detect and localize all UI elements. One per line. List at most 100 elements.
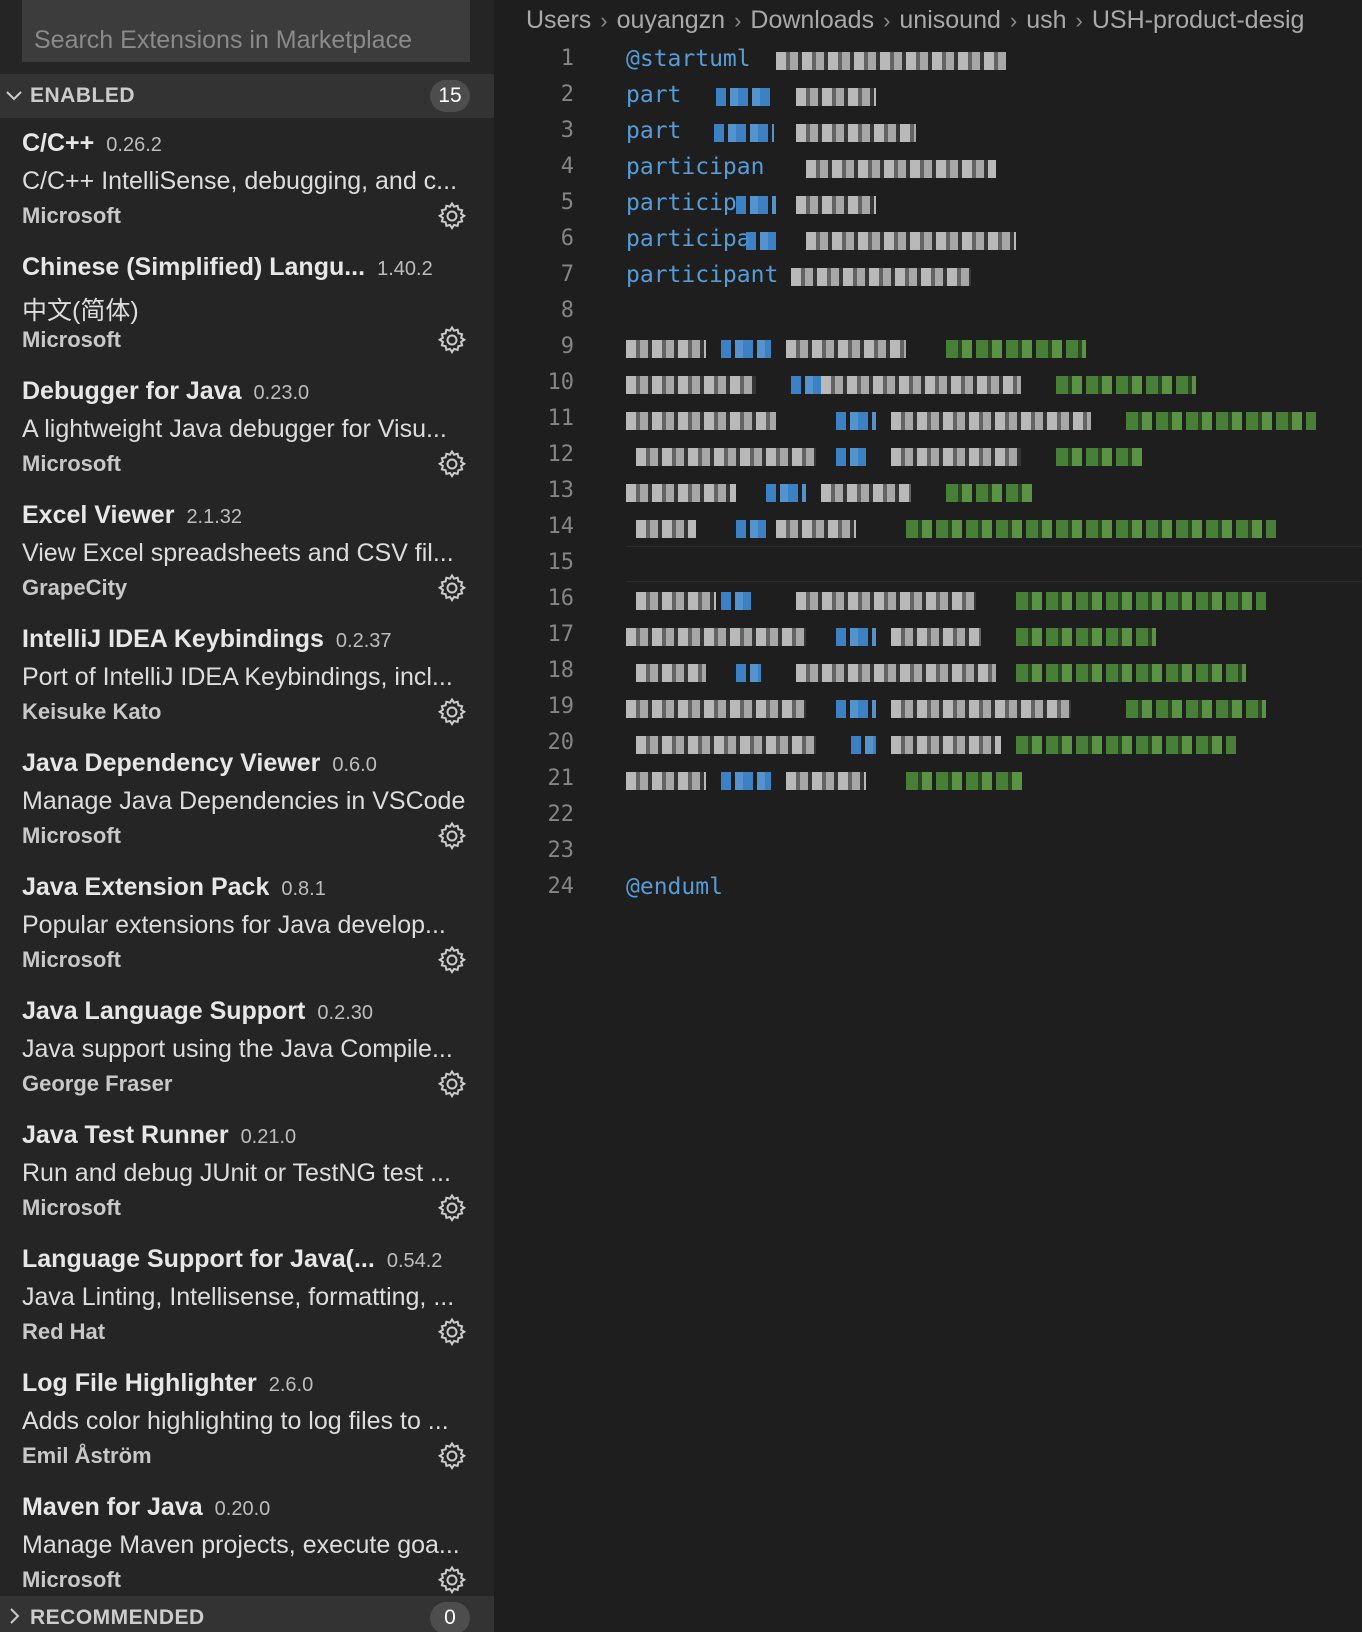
line-number: 5 [560, 190, 574, 215]
breadcrumb-item[interactable]: ush [1026, 6, 1066, 34]
extension-name: Maven for Java [22, 1493, 203, 1521]
extension-item[interactable]: Log File Highlighter 2.6.0 Adds color high… [0, 1357, 494, 1481]
breadcrumb-item[interactable]: USH-product-desig [1092, 6, 1305, 34]
breadcrumb-item[interactable]: Users [526, 6, 591, 34]
breadcrumb-item[interactable]: unisound [899, 6, 1000, 34]
code-line[interactable]: 1 @startuml [494, 42, 1362, 78]
count-badge: 15 [430, 80, 470, 112]
code-line[interactable]: 24 @enduml [494, 870, 1362, 906]
redacted-text [836, 628, 876, 646]
code-line[interactable]: 14 [494, 510, 1362, 546]
extension-description: View Excel spreadsheets and CSV fil... [22, 539, 454, 567]
gear-icon[interactable] [437, 1069, 467, 1099]
section-recommended-header[interactable]: RECOMMENDED 0 [0, 1596, 494, 1632]
line-number: 13 [547, 478, 575, 503]
code-area[interactable]: 1 @startuml 2 part 3 part 4 participan 5 particip… [494, 42, 1362, 906]
code-line[interactable]: 12 [494, 438, 1362, 474]
redacted-text [636, 520, 696, 538]
gear-icon[interactable] [437, 201, 467, 231]
redacted-text [1056, 376, 1196, 394]
code-line[interactable]: 7 participant [494, 258, 1362, 294]
redacted-text [1016, 628, 1156, 646]
extension-item[interactable]: Java Dependency Viewer 0.6.0 Manage Java D… [0, 737, 494, 861]
code-text: participan [626, 154, 765, 180]
section-enabled-header[interactable]: ENABLED 15 [0, 74, 494, 118]
code-line[interactable]: 21 [494, 762, 1362, 798]
extension-publisher: GrapeCity [22, 575, 128, 600]
extension-item[interactable]: Java Extension Pack 0.8.1 Popular extensio… [0, 861, 494, 985]
redacted-text [806, 160, 996, 178]
extension-publisher: Emil Åström [22, 1443, 152, 1468]
code-line[interactable]: 8 [494, 294, 1362, 330]
redacted-text [626, 628, 806, 646]
code-line[interactable]: 20 [494, 726, 1362, 762]
code-line[interactable]: 16 [494, 582, 1362, 618]
code-line[interactable]: 2 part [494, 78, 1362, 114]
code-line[interactable]: 19 [494, 690, 1362, 726]
code-line[interactable]: 4 participan [494, 150, 1362, 186]
extension-item[interactable]: IntelliJ IDEA Keybindings 0.2.37 Port of I… [0, 613, 494, 737]
extension-name-line: Chinese (Simplified) Langu... 1.40.2 [22, 253, 482, 282]
extension-publisher: Microsoft [22, 327, 121, 352]
redacted-text [1016, 592, 1266, 610]
extension-item[interactable]: Chinese (Simplified) Langu... 1.40.2 中文(简体… [0, 241, 494, 365]
redacted-text [636, 592, 716, 610]
redacted-text [1126, 700, 1266, 718]
code-line[interactable]: 17 [494, 618, 1362, 654]
gear-icon[interactable] [437, 1441, 467, 1471]
extension-item[interactable]: Java Language Support 0.2.30 Java support … [0, 985, 494, 1109]
code-line[interactable]: 22 [494, 798, 1362, 834]
code-line[interactable]: 11 [494, 402, 1362, 438]
code-line[interactable]: 9 [494, 330, 1362, 366]
extension-publisher: Keisuke Kato [22, 699, 162, 724]
gear-icon[interactable] [437, 697, 467, 727]
line-number: 10 [547, 370, 575, 395]
extension-item[interactable]: Debugger for Java 0.23.0 A lightweight Jav… [0, 365, 494, 489]
gear-icon[interactable] [437, 573, 467, 603]
extension-description: Popular extensions for Java develop... [22, 911, 446, 939]
extension-item[interactable]: Java Test Runner 0.21.0 Run and debug JUni… [0, 1109, 494, 1233]
code-text: part [626, 82, 682, 108]
code-line[interactable]: 3 part [494, 114, 1362, 150]
extension-version: 0.8.1 [281, 878, 326, 900]
breadcrumb-item[interactable]: Downloads [750, 6, 874, 34]
gear-icon[interactable] [437, 821, 467, 851]
code-text: @startuml [626, 46, 751, 72]
line-number: 23 [547, 838, 575, 863]
extension-version: 0.23.0 [253, 382, 310, 404]
code-text: participa [626, 226, 751, 252]
extension-item[interactable]: Excel Viewer 2.1.32 View Excel spreadsheet… [0, 489, 494, 613]
extension-publisher: Microsoft [22, 823, 121, 848]
redacted-text [791, 268, 971, 286]
gear-icon[interactable] [437, 449, 467, 479]
code-line[interactable]: 10 [494, 366, 1362, 402]
gear-icon[interactable] [437, 1565, 467, 1595]
gear-icon[interactable] [437, 1317, 467, 1347]
search-extensions-input[interactable] [22, 0, 470, 62]
code-line[interactable]: 15 [494, 546, 1362, 582]
gear-icon[interactable] [437, 945, 467, 975]
extension-item[interactable]: Language Support for Java(... 0.54.2 Java … [0, 1233, 494, 1357]
code-line[interactable]: 23 [494, 834, 1362, 870]
redacted-text [626, 376, 756, 394]
code-line[interactable]: 5 particip [494, 186, 1362, 222]
extension-item[interactable]: C/C++ 0.26.2 C/C++ IntelliSense, debugging… [0, 117, 494, 241]
code-editor[interactable]: Users › ouyangzn › Downloads › unisound › ush › US… [494, 0, 1362, 1632]
extension-publisher: Microsoft [22, 451, 121, 476]
line-number: 20 [547, 730, 575, 755]
line-number: 17 [547, 622, 575, 647]
chevron-right-icon [10, 1608, 20, 1624]
code-line[interactable]: 18 [494, 654, 1362, 690]
line-number: 12 [547, 442, 575, 467]
extension-name-line: C/C++ 0.26.2 [22, 129, 482, 158]
breadcrumb-item[interactable]: ouyangzn [617, 6, 725, 34]
gear-icon[interactable] [437, 325, 467, 355]
code-line[interactable]: 13 [494, 474, 1362, 510]
redacted-text [736, 196, 776, 214]
extension-item[interactable]: Maven for Java 0.20.0 Manage Maven project… [0, 1481, 494, 1605]
gear-icon[interactable] [437, 1193, 467, 1223]
extension-publisher: Microsoft [22, 947, 121, 972]
line-number: 19 [547, 694, 575, 719]
extension-name-line: IntelliJ IDEA Keybindings 0.2.37 [22, 625, 482, 654]
code-line[interactable]: 6 participa [494, 222, 1362, 258]
